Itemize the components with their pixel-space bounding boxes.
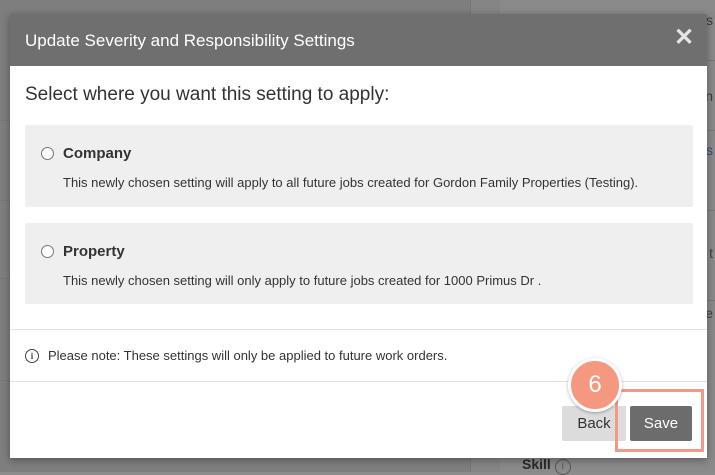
background-text-fragment: s (706, 12, 713, 28)
background-skill-label: Skill i (522, 456, 571, 475)
company-radio[interactable] (41, 147, 54, 160)
option-company[interactable]: Company This newly chosen setting will a… (25, 125, 693, 207)
background-text-fragment: t (709, 245, 713, 261)
option-description: This newly chosen setting will only appl… (63, 273, 542, 288)
note-text: Please note: These settings will only be… (48, 348, 448, 363)
info-icon: i (554, 459, 571, 475)
option-label: Property (63, 243, 125, 260)
divider (10, 329, 707, 330)
option-description: This newly chosen setting will apply to … (63, 175, 639, 190)
modal-header: Update Severity and Responsibility Setti… (10, 14, 707, 66)
step-number-badge: 6 (568, 358, 622, 412)
option-label: Company (63, 145, 132, 162)
property-radio[interactable] (41, 245, 54, 258)
save-highlight-box (615, 389, 704, 452)
modal-title: Update Severity and Responsibility Setti… (25, 31, 355, 50)
info-icon: i (25, 348, 39, 363)
future-orders-note: i Please note: These settings will only … (25, 348, 447, 363)
option-property[interactable]: Property This newly chosen setting will … (25, 223, 693, 304)
close-icon[interactable]: ✕ (673, 25, 695, 51)
apply-prompt: Select where you want this setting to ap… (25, 84, 390, 105)
